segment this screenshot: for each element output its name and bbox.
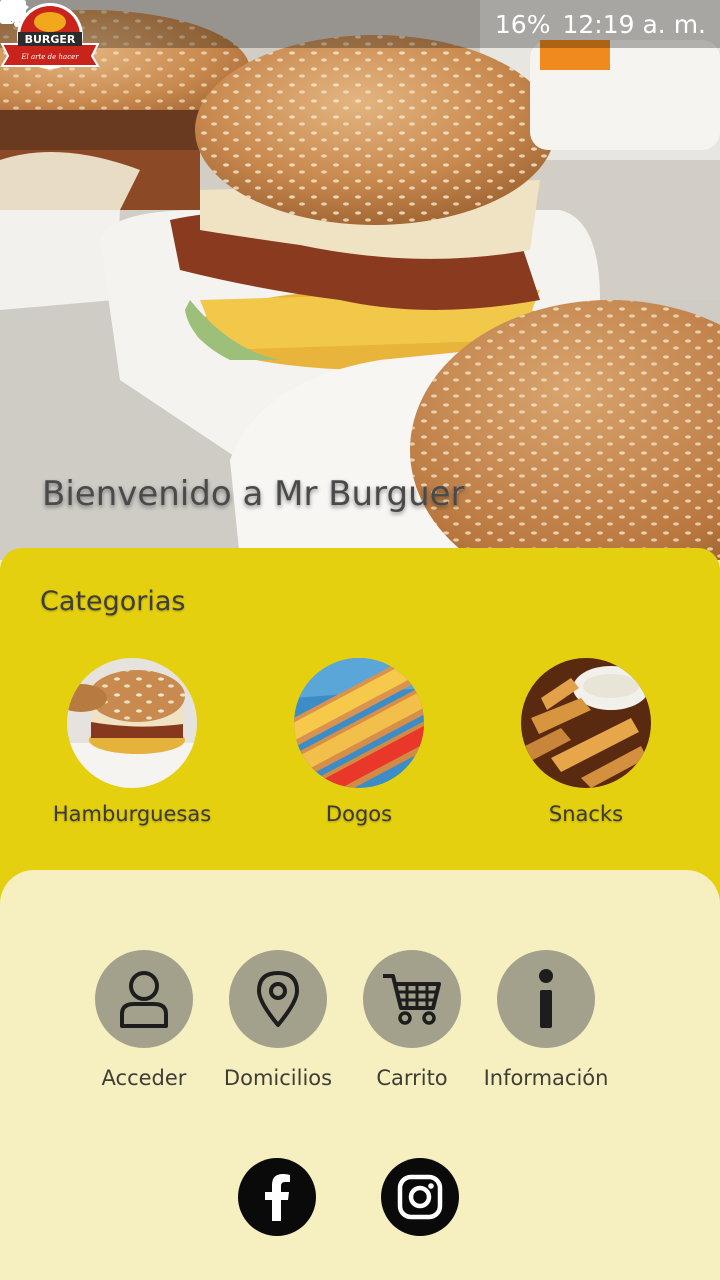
- carrito-button[interactable]: Carrito: [347, 950, 477, 1090]
- category-hamburguesas[interactable]: Hamburguesas: [32, 658, 232, 826]
- menu-label: Domicilios: [223, 1066, 333, 1090]
- facebook-button[interactable]: [238, 1158, 316, 1236]
- svg-text:BURGER: BURGER: [25, 33, 76, 46]
- domicilios-button[interactable]: Domicilios: [213, 950, 343, 1090]
- category-label: Dogos: [325, 802, 393, 826]
- category-snacks[interactable]: Snacks: [486, 658, 686, 826]
- category-label: Hamburguesas: [52, 802, 212, 826]
- instagram-icon: [397, 1174, 443, 1220]
- location-pin-icon: [257, 971, 299, 1027]
- menu-circle: [229, 950, 327, 1048]
- user-icon: [120, 971, 168, 1028]
- battery-percent: 16%: [494, 9, 551, 39]
- hero-banner: 16% 12:19 a. m. Bienvenido a Mr Burguer …: [0, 0, 720, 560]
- svg-text:El arte de hacer: El arte de hacer: [20, 53, 79, 61]
- status-bar: 16% 12:19 a. m.: [0, 0, 720, 48]
- menu-label: Información: [483, 1066, 609, 1090]
- status-right: 16% 12:19 a. m.: [0, 0, 706, 39]
- facebook-icon: [265, 1174, 290, 1221]
- instagram-button[interactable]: [381, 1158, 459, 1236]
- fries-photo: [521, 658, 651, 788]
- menu-panel: Acceder Domicilios Carrito Información: [0, 870, 720, 1280]
- menu-circle: [363, 950, 461, 1048]
- categories-title: Categorias: [40, 586, 186, 617]
- hotdog-photo: [294, 658, 424, 788]
- menu-circle: [95, 950, 193, 1048]
- acceder-button[interactable]: Acceder: [79, 950, 209, 1090]
- informacion-button[interactable]: Información: [481, 950, 611, 1090]
- info-icon: [539, 969, 553, 1028]
- categories-section: Categorias Hamburguesas Dogos Snacks: [0, 548, 720, 908]
- mr-burger-logo: BURGER El arte de hacer: [0, 3, 100, 69]
- menu-label: Carrito: [376, 1066, 448, 1090]
- menu-circle: [497, 950, 595, 1048]
- clock: 12:19 a. m.: [562, 9, 706, 39]
- burger-photo: [67, 658, 197, 788]
- category-label: Snacks: [548, 802, 624, 826]
- menu-label: Acceder: [101, 1066, 187, 1090]
- category-dogos[interactable]: Dogos: [259, 658, 459, 826]
- welcome-title: Bienvenido a Mr Burguer: [42, 474, 465, 514]
- cart-icon: [383, 974, 441, 1025]
